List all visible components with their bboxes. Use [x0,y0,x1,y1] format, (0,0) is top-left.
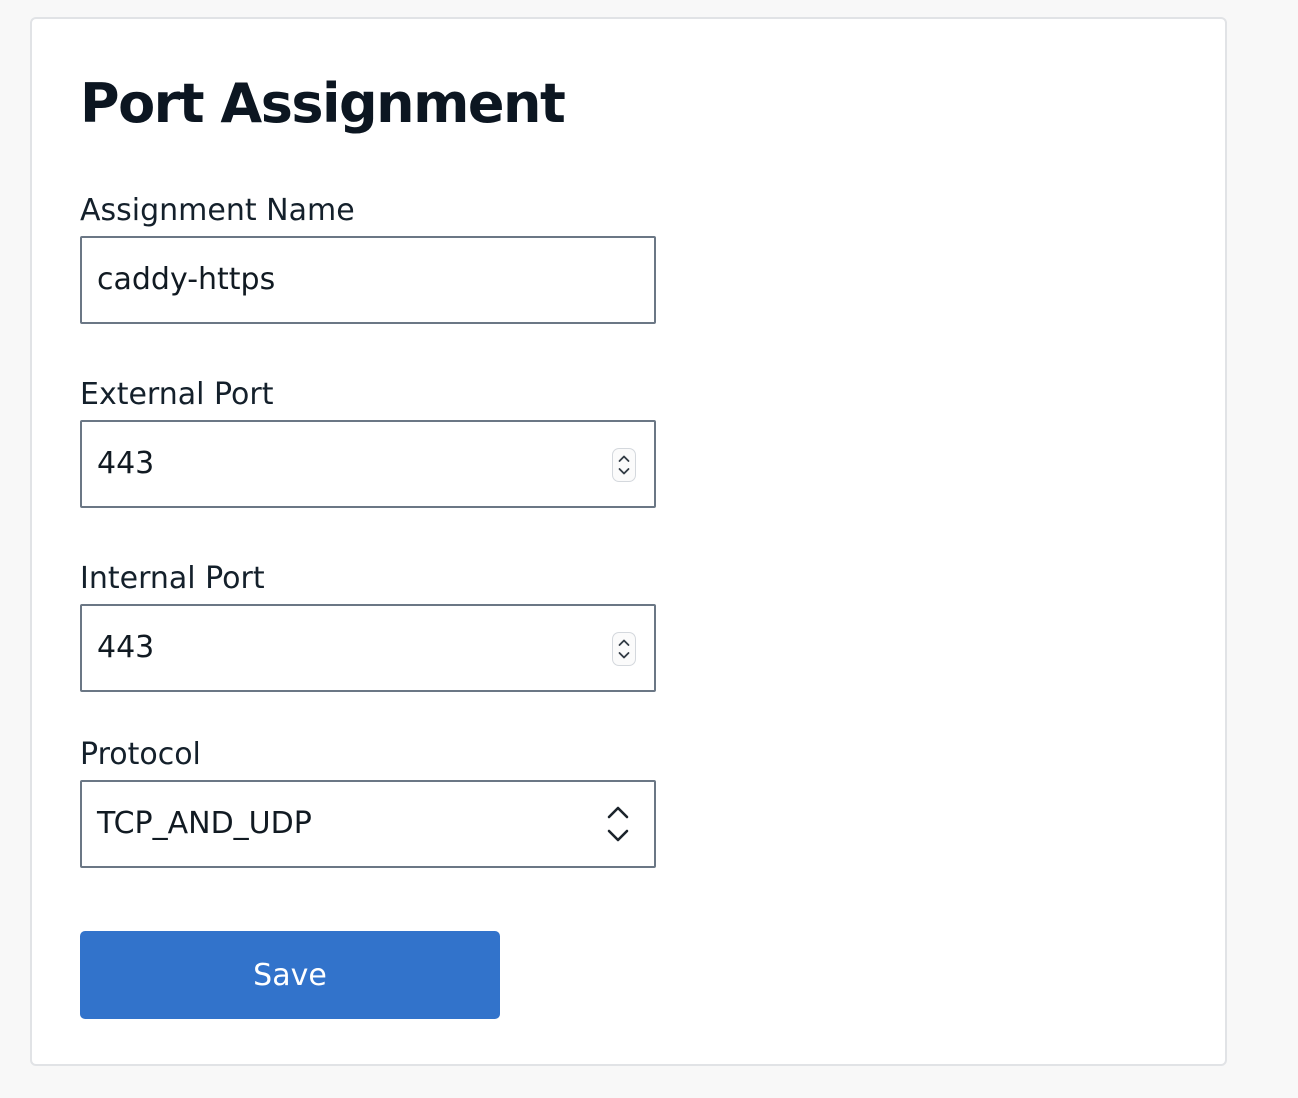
protocol-select[interactable]: TCP_AND_UDP [80,780,656,868]
protocol-label: Protocol [80,737,201,772]
assignment-name-input[interactable]: caddy-https [80,236,656,324]
protocol-selected-value: TCP_AND_UDP [97,806,312,841]
external-port-stepper-icon[interactable] [612,448,636,482]
save-button[interactable]: Save [80,931,500,1019]
assignment-name-label: Assignment Name [80,193,355,228]
page-title: Port Assignment [80,72,566,135]
port-assignment-card: Port Assignment Assignment Name caddy-ht… [30,17,1227,1066]
internal-port-stepper-icon[interactable] [612,632,636,666]
chevron-up-down-icon [607,806,629,842]
internal-port-value: 443 [97,630,155,665]
internal-port-label: Internal Port [80,561,265,596]
internal-port-input[interactable]: 443 [80,604,656,692]
external-port-input[interactable]: 443 [80,420,656,508]
assignment-name-value: caddy-https [97,262,276,297]
external-port-value: 443 [97,446,155,481]
external-port-label: External Port [80,377,274,412]
